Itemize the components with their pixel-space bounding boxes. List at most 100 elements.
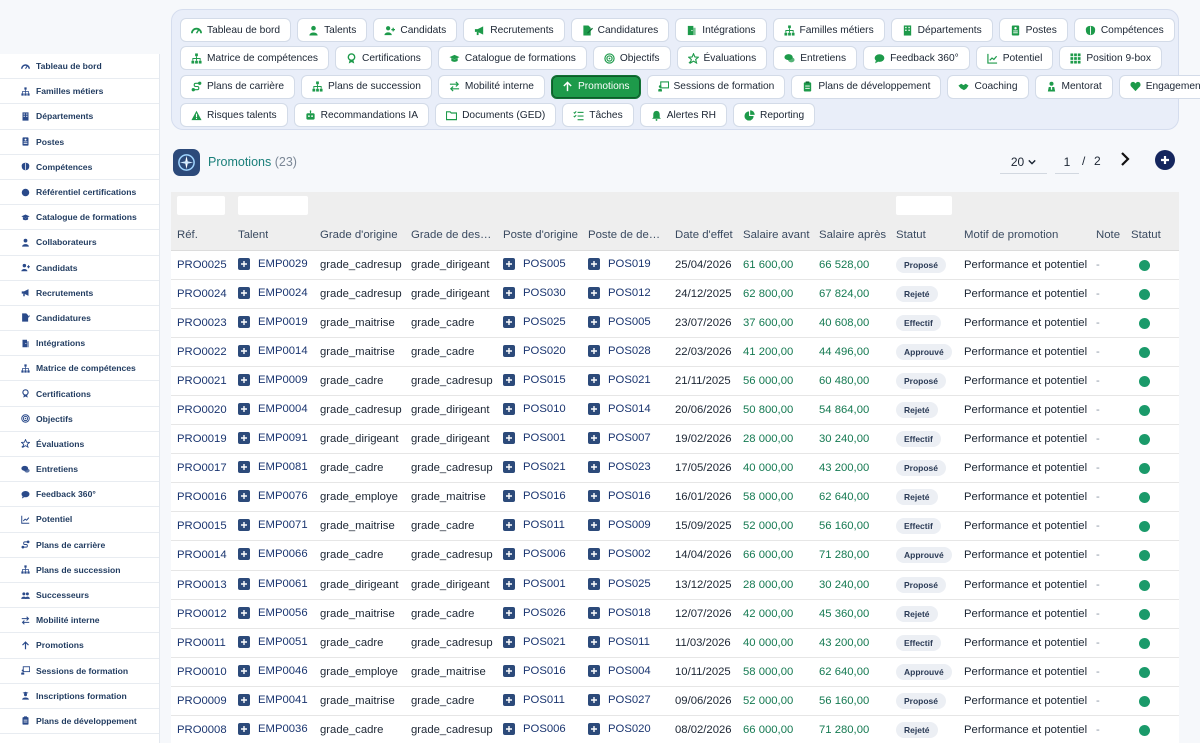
- sidebar-item-inscriptions-formation[interactable]: Inscriptions formation: [0, 684, 159, 709]
- open-record-icon[interactable]: [238, 635, 250, 648]
- open-record-icon[interactable]: [588, 316, 600, 329]
- column-header[interactable]: Réf.: [177, 229, 198, 241]
- sidebar-item-matrice-de-comp-tences[interactable]: Matrice de compétences: [0, 356, 159, 382]
- position-destination-cell[interactable]: POS023: [588, 461, 651, 474]
- ref-cell[interactable]: PRO0016: [177, 491, 227, 503]
- column-header[interactable]: Salaire avant: [743, 229, 810, 241]
- position-origin-cell[interactable]: POS021: [503, 635, 566, 648]
- talent-cell[interactable]: EMP0051: [238, 635, 308, 648]
- ref-cell[interactable]: PRO0017: [177, 462, 227, 474]
- position-destination-cell[interactable]: POS005: [588, 316, 651, 329]
- table-row[interactable]: PRO0024 EMP0024 grade_cadresup grade_dirige…: [171, 280, 1179, 310]
- sidebar-item-feedback-360-[interactable]: Feedback 360°: [0, 482, 159, 508]
- table-row[interactable]: PRO0009 EMP0041 grade_maitrise grade_cadre P…: [171, 686, 1179, 716]
- sidebar-item-recrutements[interactable]: Recrutements: [0, 281, 159, 306]
- nav-chip-potentiel[interactable]: Potentiel: [975, 46, 1054, 71]
- sidebar-item-sessions-de-formation[interactable]: Sessions de formation: [0, 659, 159, 684]
- open-record-icon[interactable]: [503, 606, 515, 619]
- open-record-icon[interactable]: [503, 316, 515, 329]
- position-origin-cell[interactable]: POS005: [503, 258, 566, 270]
- position-destination-cell[interactable]: POS020: [588, 722, 651, 735]
- position-origin-cell[interactable]: POS030: [503, 287, 566, 300]
- open-record-icon[interactable]: [503, 345, 515, 358]
- position-destination-cell[interactable]: POS011: [588, 635, 650, 648]
- nav-chip-certifications[interactable]: Certifications: [334, 46, 432, 71]
- sidebar-item-successeurs[interactable]: Successeurs: [0, 583, 159, 609]
- nav-chip-plans-de-d-veloppement[interactable]: Plans de développement: [791, 74, 942, 99]
- open-record-icon[interactable]: [238, 345, 250, 358]
- table-row[interactable]: PRO0013 EMP0061 grade_dirigeant grade_dirig…: [171, 570, 1179, 600]
- table-row[interactable]: PRO0016 EMP0076 grade_employe grade_maitris…: [171, 483, 1179, 513]
- nav-chip-postes[interactable]: Postes: [998, 18, 1068, 43]
- nav-chip-entretiens[interactable]: Entretiens: [773, 46, 858, 71]
- talent-cell[interactable]: EMP0019: [238, 316, 308, 329]
- position-destination-cell[interactable]: POS007: [588, 432, 651, 445]
- nav-chip-alertes-rh[interactable]: Alertes RH: [639, 103, 727, 128]
- position-origin-cell[interactable]: POS015: [503, 374, 566, 387]
- nav-chip-t-ches[interactable]: Tâches: [562, 103, 634, 128]
- nav-chip-documents-ged-[interactable]: Documents (GED): [435, 103, 557, 128]
- sidebar-item-d-partements[interactable]: Départements: [0, 104, 159, 130]
- talent-cell[interactable]: EMP0024: [238, 287, 308, 300]
- nav-chip-matrice-de-comp-tences[interactable]: Matrice de compétences: [180, 46, 329, 71]
- ref-cell[interactable]: PRO0023: [177, 317, 227, 329]
- open-record-icon[interactable]: [238, 461, 250, 474]
- column-header[interactable]: Motif de promotion: [964, 229, 1058, 241]
- position-destination-cell[interactable]: POS004: [588, 664, 651, 677]
- open-record-icon[interactable]: [238, 664, 250, 677]
- open-record-icon[interactable]: [588, 635, 600, 648]
- nav-chip-recrutements[interactable]: Recrutements: [463, 18, 565, 43]
- position-origin-cell[interactable]: POS026: [503, 606, 566, 619]
- nav-chip-comp-tences[interactable]: Compétences: [1073, 18, 1175, 43]
- position-destination-cell[interactable]: POS025: [588, 577, 651, 590]
- open-record-icon[interactable]: [238, 490, 250, 503]
- sidebar-item-postes[interactable]: Postes: [0, 130, 159, 155]
- sidebar-item-candidats[interactable]: Candidats: [0, 256, 159, 281]
- column-header[interactable]: Statut: [896, 229, 926, 241]
- talent-cell[interactable]: EMP0071: [238, 519, 308, 532]
- talent-cell[interactable]: EMP0066: [238, 548, 308, 561]
- open-record-icon[interactable]: [238, 316, 250, 329]
- position-origin-cell[interactable]: POS016: [503, 490, 566, 503]
- column-header[interactable]: Statut: [1131, 229, 1161, 241]
- sidebar-item-tableau-de-bord[interactable]: Tableau de bord: [0, 54, 159, 80]
- table-row[interactable]: PRO0019 EMP0091 grade_dirigeant grade_dirig…: [171, 425, 1179, 455]
- open-record-icon[interactable]: [588, 287, 600, 300]
- column-header[interactable]: Talent: [238, 229, 268, 241]
- nav-chip-recommandations-ia[interactable]: Recommandations IA: [293, 103, 430, 128]
- talent-cell[interactable]: EMP0009: [238, 374, 308, 387]
- ref-cell[interactable]: PRO0013: [177, 579, 227, 591]
- ref-cell[interactable]: PRO0020: [177, 404, 227, 416]
- position-origin-cell[interactable]: POS006: [503, 722, 566, 735]
- open-record-icon[interactable]: [503, 693, 515, 706]
- talent-cell[interactable]: EMP0004: [238, 403, 308, 416]
- nav-chip-coaching[interactable]: Coaching: [947, 74, 1029, 99]
- open-record-icon[interactable]: [588, 606, 600, 619]
- open-record-icon[interactable]: [238, 287, 250, 300]
- nav-chip-promotions[interactable]: Promotions: [550, 74, 641, 99]
- open-record-icon[interactable]: [588, 693, 600, 706]
- open-record-icon[interactable]: [588, 519, 600, 532]
- open-record-icon[interactable]: [238, 693, 250, 706]
- sidebar-item-mobilit-interne[interactable]: Mobilité interne: [0, 608, 159, 634]
- position-origin-cell[interactable]: POS001: [503, 432, 566, 445]
- talent-cell[interactable]: EMP0041: [238, 693, 308, 706]
- table-row[interactable]: PRO0008 EMP0036 grade_cadre grade_cadresup P…: [171, 715, 1179, 743]
- nav-chip-objectifs[interactable]: Objectifs: [592, 46, 671, 71]
- table-row[interactable]: PRO0017 EMP0081 grade_cadre grade_cadresup P…: [171, 454, 1179, 484]
- ref-cell[interactable]: PRO0009: [177, 695, 227, 707]
- nav-chip-candidatures[interactable]: Candidatures: [570, 18, 670, 43]
- position-destination-cell[interactable]: POS018: [588, 606, 651, 619]
- open-record-icon[interactable]: [503, 490, 515, 503]
- nav-chip-risques-talents[interactable]: Risques talents: [180, 103, 288, 128]
- talent-cell[interactable]: EMP0076: [238, 490, 308, 503]
- open-record-icon[interactable]: [588, 432, 600, 445]
- nav-chip-engagement[interactable]: Engagement: [1118, 74, 1200, 99]
- open-record-icon[interactable]: [238, 548, 250, 561]
- ref-cell[interactable]: PRO0012: [177, 608, 227, 620]
- nav-chip-sessions-de-formation[interactable]: Sessions de formation: [646, 74, 786, 99]
- position-origin-cell[interactable]: POS016: [503, 664, 566, 677]
- open-record-icon[interactable]: [588, 461, 600, 474]
- position-destination-cell[interactable]: POS028: [588, 345, 651, 358]
- nav-chip--valuations[interactable]: Évaluations: [676, 46, 768, 71]
